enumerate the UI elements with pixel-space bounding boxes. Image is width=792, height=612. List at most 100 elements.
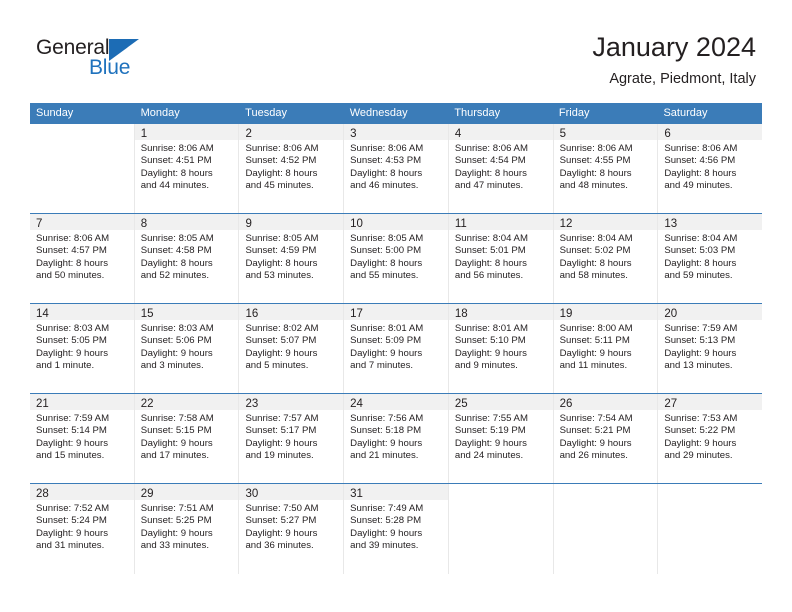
daylight-text-line1: Daylight: 8 hours	[350, 257, 423, 269]
day-cell-6[interactable]: 6 Sunrise: 8:06 AM Sunset: 4:56 PM Daylight…	[658, 124, 763, 213]
day-cell-14[interactable]: 14 Sunrise: 8:03 AM Sunset: 5:05 PM Dayligh…	[30, 304, 135, 393]
day-cell-3[interactable]: 3 Sunrise: 8:06 AM Sunset: 4:53 PM Daylight…	[344, 124, 449, 213]
day-cell-12[interactable]: 12 Sunrise: 8:04 AM Sunset: 5:02 PM Dayligh…	[553, 214, 659, 303]
sunrise-text: Sunrise: 7:58 AM	[140, 413, 214, 424]
day-cell-15[interactable]: 15 Sunrise: 8:03 AM Sunset: 5:06 PM Dayligh…	[134, 304, 240, 393]
day-number-band: 6	[658, 124, 763, 140]
day-info: Sunrise: 7:55 AM Sunset: 5:19 PM Daylight:…	[449, 410, 553, 462]
day-info: Sunrise: 8:06 AM Sunset: 4:51 PM Daylight:…	[135, 140, 239, 192]
day-number-band: 26	[553, 394, 658, 410]
day-cell-20[interactable]: 20 Sunrise: 7:59 AM Sunset: 5:13 PM Dayligh…	[658, 304, 763, 393]
day-number: 16	[245, 308, 259, 320]
day-info: Sunrise: 8:04 AM Sunset: 5:03 PM Daylight:…	[658, 230, 762, 282]
day-number: 11	[454, 218, 467, 230]
day-info: Sunrise: 8:05 AM Sunset: 4:59 PM Daylight:…	[239, 230, 343, 282]
day-number: 9	[245, 218, 252, 230]
day-cell-24[interactable]: 24 Sunrise: 7:56 AM Sunset: 5:18 PM Dayligh…	[344, 394, 449, 483]
calendar-weeks: 1 Sunrise: 8:06 AM Sunset: 4:51 PM Daylight…	[30, 124, 763, 574]
calendar-page: General Blue January 2024 Agrate, Piedmo…	[0, 0, 792, 612]
day-cell-4[interactable]: 4 Sunrise: 8:06 AM Sunset: 4:54 PM Daylight…	[448, 124, 554, 213]
daylight-text-line1: Daylight: 8 hours	[454, 257, 527, 269]
day-number-band: 29	[134, 484, 239, 500]
sunset-text: Sunset: 4:55 PM	[559, 155, 631, 167]
sunrise-text: Sunrise: 7:49 AM	[350, 503, 424, 514]
day-cell-29[interactable]: 29 Sunrise: 7:51 AM Sunset: 5:25 PM Dayligh…	[134, 484, 240, 574]
daylight-text-line1: Daylight: 9 hours	[454, 437, 527, 449]
daylight-text-line1: Daylight: 9 hours	[36, 527, 108, 539]
daylight-text-line2: and 5 minutes.	[245, 359, 309, 371]
day-cell-31[interactable]: 31 Sunrise: 7:49 AM Sunset: 5:28 PM Dayligh…	[344, 484, 449, 574]
daylight-text-line1: Daylight: 9 hours	[350, 437, 423, 449]
day-cell-30[interactable]: 30 Sunrise: 7:50 AM Sunset: 5:27 PM Dayligh…	[239, 484, 345, 574]
day-number-band: 1	[134, 124, 239, 140]
day-number: 3	[350, 128, 357, 140]
day-cell-5[interactable]: 5 Sunrise: 8:06 AM Sunset: 4:55 PM Daylight…	[553, 124, 659, 213]
daylight-text-line1: Daylight: 8 hours	[245, 167, 318, 179]
day-cell-19[interactable]: 19 Sunrise: 8:00 AM Sunset: 5:11 PM Dayligh…	[553, 304, 659, 393]
sunset-text: Sunset: 5:28 PM	[350, 515, 422, 527]
sunset-text: Sunset: 5:07 PM	[245, 335, 317, 347]
day-cell-28[interactable]: 28 Sunrise: 7:52 AM Sunset: 5:24 PM Dayligh…	[30, 484, 135, 574]
day-cell-23[interactable]: 23 Sunrise: 7:57 AM Sunset: 5:17 PM Dayligh…	[239, 394, 345, 483]
day-info: Sunrise: 7:57 AM Sunset: 5:17 PM Daylight:…	[239, 410, 343, 462]
page-title: January 2024	[592, 32, 756, 62]
day-cell-8[interactable]: 8 Sunrise: 8:05 AM Sunset: 4:58 PM Daylight…	[134, 214, 240, 303]
weekday-header-friday: Friday	[558, 107, 590, 119]
sunrise-text: Sunrise: 7:50 AM	[245, 503, 319, 514]
day-number: 14	[36, 308, 49, 320]
weekday-header-tuesday: Tuesday	[245, 107, 287, 119]
daylight-text-line1: Daylight: 8 hours	[140, 167, 213, 179]
day-number-band: 30	[239, 484, 344, 500]
day-cell-10[interactable]: 10 Sunrise: 8:05 AM Sunset: 5:00 PM Dayligh…	[344, 214, 449, 303]
day-number-band: 23	[239, 394, 344, 410]
daylight-text-line2: and 29 minutes.	[664, 449, 733, 461]
day-cell-7[interactable]: 7 Sunrise: 8:06 AM Sunset: 4:57 PM Daylight…	[30, 214, 135, 303]
sunrise-text: Sunrise: 8:01 AM	[350, 323, 424, 334]
day-cell-22[interactable]: 22 Sunrise: 7:58 AM Sunset: 5:15 PM Dayligh…	[134, 394, 240, 483]
daylight-text-line1: Daylight: 9 hours	[245, 437, 318, 449]
day-cell-26[interactable]: 26 Sunrise: 7:54 AM Sunset: 5:21 PM Dayligh…	[553, 394, 659, 483]
daylight-text-line1: Daylight: 9 hours	[245, 527, 318, 539]
day-number-band: 16	[239, 304, 344, 320]
calendar-week-row: 21 Sunrise: 7:59 AM Sunset: 5:14 PM Dayligh…	[30, 394, 763, 484]
sunrise-text: Sunrise: 8:04 AM	[664, 233, 738, 244]
day-cell-25[interactable]: 25 Sunrise: 7:55 AM Sunset: 5:19 PM Dayligh…	[448, 394, 554, 483]
daylight-text-line1: Daylight: 8 hours	[664, 257, 737, 269]
day-number-band: 3	[344, 124, 448, 140]
sunrise-text: Sunrise: 8:06 AM	[454, 143, 528, 154]
day-cell-17[interactable]: 17 Sunrise: 8:01 AM Sunset: 5:09 PM Dayligh…	[344, 304, 449, 393]
day-cell-2[interactable]: 2 Sunrise: 8:06 AM Sunset: 4:52 PM Daylight…	[239, 124, 345, 213]
daylight-text-line1: Daylight: 8 hours	[245, 257, 318, 269]
daylight-text-line2: and 48 minutes.	[559, 179, 628, 191]
day-number: 10	[350, 218, 363, 230]
day-number: 19	[559, 308, 573, 320]
day-cell-27[interactable]: 27 Sunrise: 7:53 AM Sunset: 5:22 PM Dayligh…	[658, 394, 763, 483]
day-cell-11[interactable]: 11 Sunrise: 8:04 AM Sunset: 5:01 PM Dayligh…	[448, 214, 554, 303]
daylight-text-line1: Daylight: 8 hours	[559, 257, 632, 269]
day-cell-16[interactable]: 16 Sunrise: 8:02 AM Sunset: 5:07 PM Dayligh…	[239, 304, 345, 393]
daylight-text-line2: and 31 minutes.	[36, 539, 105, 551]
sunrise-text: Sunrise: 8:04 AM	[559, 233, 633, 244]
day-info: Sunrise: 7:49 AM Sunset: 5:28 PM Daylight:…	[344, 500, 448, 552]
day-cell-18[interactable]: 18 Sunrise: 8:01 AM Sunset: 5:10 PM Dayligh…	[448, 304, 554, 393]
sunrise-text: Sunrise: 7:54 AM	[559, 413, 633, 424]
day-cell-13[interactable]: 13 Sunrise: 8:04 AM Sunset: 5:03 PM Dayligh…	[658, 214, 763, 303]
weekday-header-thursday: Thursday	[454, 107, 501, 119]
weekday-header-saturday: Saturday	[663, 107, 708, 119]
sunset-text: Sunset: 4:56 PM	[664, 155, 736, 167]
day-number: 13	[664, 218, 678, 230]
day-number: 22	[140, 398, 154, 410]
day-number-band: 24	[344, 394, 448, 410]
weekday-header-row: Sunday Monday Tuesday Wednesday Thursday Frid…	[30, 103, 762, 124]
day-number-band: 2	[239, 124, 344, 140]
sunset-text: Sunset: 5:21 PM	[559, 425, 631, 437]
sunrise-text: Sunrise: 8:01 AM	[454, 323, 528, 334]
day-cell-1[interactable]: 1 Sunrise: 8:06 AM Sunset: 4:51 PM Daylight…	[134, 124, 240, 213]
weekday-header-wednesday: Wednesday	[349, 107, 408, 119]
daylight-text-line2: and 9 minutes.	[454, 359, 518, 371]
day-cell-9[interactable]: 9 Sunrise: 8:05 AM Sunset: 4:59 PM Daylight…	[239, 214, 345, 303]
day-number-band: 18	[448, 304, 553, 320]
sunset-text: Sunset: 5:18 PM	[350, 425, 422, 437]
sunset-text: Sunset: 5:02 PM	[559, 245, 631, 257]
day-cell-21[interactable]: 21 Sunrise: 7:59 AM Sunset: 5:14 PM Dayligh…	[30, 394, 135, 483]
